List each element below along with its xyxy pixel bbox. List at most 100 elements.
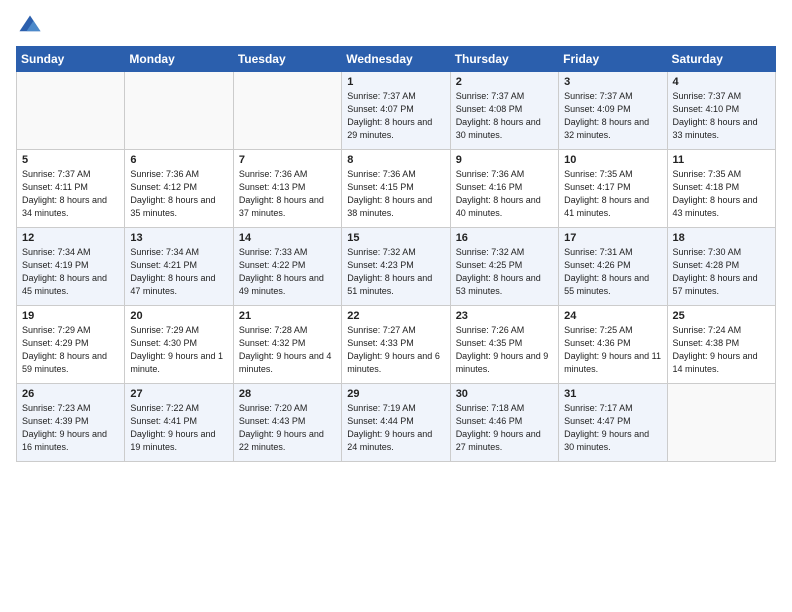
page-header	[16, 12, 776, 40]
day-info: Sunrise: 7:37 AM Sunset: 4:08 PM Dayligh…	[456, 90, 553, 142]
day-info: Sunrise: 7:27 AM Sunset: 4:33 PM Dayligh…	[347, 324, 444, 376]
day-info: Sunrise: 7:37 AM Sunset: 4:07 PM Dayligh…	[347, 90, 444, 142]
calendar-cell: 26 Sunrise: 7:23 AM Sunset: 4:39 PM Dayli…	[17, 384, 125, 462]
logo	[16, 12, 48, 40]
day-info: Sunrise: 7:37 AM Sunset: 4:09 PM Dayligh…	[564, 90, 661, 142]
calendar-cell: 6 Sunrise: 7:36 AM Sunset: 4:12 PM Daylig…	[125, 150, 233, 228]
calendar-day-header: Friday	[559, 47, 667, 72]
day-info: Sunrise: 7:22 AM Sunset: 4:41 PM Dayligh…	[130, 402, 227, 454]
calendar-cell: 19 Sunrise: 7:29 AM Sunset: 4:29 PM Dayli…	[17, 306, 125, 384]
day-info: Sunrise: 7:17 AM Sunset: 4:47 PM Dayligh…	[564, 402, 661, 454]
day-info: Sunrise: 7:37 AM Sunset: 4:10 PM Dayligh…	[673, 90, 770, 142]
day-number: 17	[564, 232, 661, 244]
calendar-cell	[125, 72, 233, 150]
calendar-cell: 27Sunrise: 7:22 AM Sunset: 4:41 PM Dayli…	[125, 384, 233, 462]
day-number: 1	[347, 76, 444, 88]
day-info: Sunrise: 7:36 AM Sunset: 4:13 PM Dayligh…	[239, 168, 336, 220]
calendar-cell: 9Sunrise: 7:36 AM Sunset: 4:16 PM Daylig…	[450, 150, 558, 228]
day-info: Sunrise: 7:18 AM Sunset: 4:46 PM Dayligh…	[456, 402, 553, 454]
day-number: 26	[22, 388, 119, 400]
calendar-day-header: Monday	[125, 47, 233, 72]
day-number: 21	[239, 310, 336, 322]
day-info: Sunrise: 7:28 AM Sunset: 4:32 PM Dayligh…	[239, 324, 336, 376]
calendar-day-header: Tuesday	[233, 47, 341, 72]
calendar-cell: 14 Sunrise: 7:33 AM Sunset: 4:22 PM Dayli…	[233, 228, 341, 306]
day-info: Sunrise: 7:20 AM Sunset: 4:43 PM Dayligh…	[239, 402, 336, 454]
day-number: 29	[347, 388, 444, 400]
day-number: 6	[130, 154, 227, 166]
calendar-cell: 13 Sunrise: 7:34 AM Sunset: 4:21 PM Dayli…	[125, 228, 233, 306]
calendar-cell	[233, 72, 341, 150]
calendar-cell: 3 Sunrise: 7:37 AM Sunset: 4:09 PM Daylig…	[559, 72, 667, 150]
calendar-table: SundayMondayTuesdayWednesdayThursdayFrid…	[16, 46, 776, 462]
calendar-cell: 1 Sunrise: 7:37 AM Sunset: 4:07 PM Daylig…	[342, 72, 450, 150]
day-info: Sunrise: 7:26 AM Sunset: 4:35 PM Dayligh…	[456, 324, 553, 376]
day-info: Sunrise: 7:30 AM Sunset: 4:28 PM Dayligh…	[673, 246, 770, 298]
day-info: Sunrise: 7:33 AM Sunset: 4:22 PM Dayligh…	[239, 246, 336, 298]
day-number: 2	[456, 76, 553, 88]
calendar-cell: 15 Sunrise: 7:32 AM Sunset: 4:23 PM Dayli…	[342, 228, 450, 306]
day-info: Sunrise: 7:25 AM Sunset: 4:36 PM Dayligh…	[564, 324, 661, 376]
day-number: 31	[564, 388, 661, 400]
day-number: 25	[673, 310, 770, 322]
day-info: Sunrise: 7:31 AM Sunset: 4:26 PM Dayligh…	[564, 246, 661, 298]
day-number: 19	[22, 310, 119, 322]
calendar-cell: 7 Sunrise: 7:36 AM Sunset: 4:13 PM Daylig…	[233, 150, 341, 228]
calendar-cell: 2 Sunrise: 7:37 AM Sunset: 4:08 PM Daylig…	[450, 72, 558, 150]
day-info: Sunrise: 7:32 AM Sunset: 4:25 PM Dayligh…	[456, 246, 553, 298]
day-number: 12	[22, 232, 119, 244]
calendar-cell: 23 Sunrise: 7:26 AM Sunset: 4:35 PM Dayli…	[450, 306, 558, 384]
day-info: Sunrise: 7:36 AM Sunset: 4:15 PM Dayligh…	[347, 168, 444, 220]
day-info: Sunrise: 7:36 AM Sunset: 4:12 PM Dayligh…	[130, 168, 227, 220]
day-number: 23	[456, 310, 553, 322]
calendar-cell: 11 Sunrise: 7:35 AM Sunset: 4:18 PM Dayli…	[667, 150, 775, 228]
day-info: Sunrise: 7:29 AM Sunset: 4:29 PM Dayligh…	[22, 324, 119, 376]
day-number: 5	[22, 154, 119, 166]
day-number: 10	[564, 154, 661, 166]
calendar-cell: 31 Sunrise: 7:17 AM Sunset: 4:47 PM Dayli…	[559, 384, 667, 462]
day-number: 28	[239, 388, 336, 400]
calendar-cell: 25Sunrise: 7:24 AM Sunset: 4:38 PM Dayli…	[667, 306, 775, 384]
calendar-cell	[17, 72, 125, 150]
day-number: 13	[130, 232, 227, 244]
day-number: 11	[673, 154, 770, 166]
calendar-day-header: Wednesday	[342, 47, 450, 72]
day-info: Sunrise: 7:34 AM Sunset: 4:19 PM Dayligh…	[22, 246, 119, 298]
day-number: 30	[456, 388, 553, 400]
day-info: Sunrise: 7:34 AM Sunset: 4:21 PM Dayligh…	[130, 246, 227, 298]
day-info: Sunrise: 7:19 AM Sunset: 4:44 PM Dayligh…	[347, 402, 444, 454]
day-number: 15	[347, 232, 444, 244]
calendar-cell	[667, 384, 775, 462]
calendar-cell: 28 Sunrise: 7:20 AM Sunset: 4:43 PM Dayli…	[233, 384, 341, 462]
day-number: 24	[564, 310, 661, 322]
calendar-cell: 29 Sunrise: 7:19 AM Sunset: 4:44 PM Dayli…	[342, 384, 450, 462]
calendar-week-row: 5Sunrise: 7:37 AM Sunset: 4:11 PM Daylig…	[17, 150, 776, 228]
calendar-cell: 10Sunrise: 7:35 AM Sunset: 4:17 PM Dayli…	[559, 150, 667, 228]
day-number: 22	[347, 310, 444, 322]
calendar-cell: 4 Sunrise: 7:37 AM Sunset: 4:10 PM Daylig…	[667, 72, 775, 150]
day-info: Sunrise: 7:29 AM Sunset: 4:30 PM Dayligh…	[130, 324, 227, 376]
day-number: 4	[673, 76, 770, 88]
calendar-header-row: SundayMondayTuesdayWednesdayThursdayFrid…	[17, 47, 776, 72]
day-number: 16	[456, 232, 553, 244]
calendar-week-row: 19 Sunrise: 7:29 AM Sunset: 4:29 PM Dayli…	[17, 306, 776, 384]
day-number: 7	[239, 154, 336, 166]
day-info: Sunrise: 7:23 AM Sunset: 4:39 PM Dayligh…	[22, 402, 119, 454]
calendar-cell: 16 Sunrise: 7:32 AM Sunset: 4:25 PM Dayli…	[450, 228, 558, 306]
calendar-cell: 22 Sunrise: 7:27 AM Sunset: 4:33 PM Dayli…	[342, 306, 450, 384]
calendar-cell: 5Sunrise: 7:37 AM Sunset: 4:11 PM Daylig…	[17, 150, 125, 228]
calendar-week-row: 26 Sunrise: 7:23 AM Sunset: 4:39 PM Dayli…	[17, 384, 776, 462]
day-info: Sunrise: 7:35 AM Sunset: 4:18 PM Dayligh…	[673, 168, 770, 220]
day-number: 3	[564, 76, 661, 88]
calendar-cell: 8Sunrise: 7:36 AM Sunset: 4:15 PM Daylig…	[342, 150, 450, 228]
day-info: Sunrise: 7:36 AM Sunset: 4:16 PM Dayligh…	[456, 168, 553, 220]
calendar-cell: 12 Sunrise: 7:34 AM Sunset: 4:19 PM Dayli…	[17, 228, 125, 306]
calendar-cell: 17 Sunrise: 7:31 AM Sunset: 4:26 PM Dayli…	[559, 228, 667, 306]
calendar-cell: 21 Sunrise: 7:28 AM Sunset: 4:32 PM Dayli…	[233, 306, 341, 384]
calendar-cell: 24 Sunrise: 7:25 AM Sunset: 4:36 PM Dayli…	[559, 306, 667, 384]
day-info: Sunrise: 7:32 AM Sunset: 4:23 PM Dayligh…	[347, 246, 444, 298]
calendar-week-row: 1 Sunrise: 7:37 AM Sunset: 4:07 PM Daylig…	[17, 72, 776, 150]
logo-icon	[16, 12, 44, 40]
calendar-day-header: Saturday	[667, 47, 775, 72]
day-number: 14	[239, 232, 336, 244]
